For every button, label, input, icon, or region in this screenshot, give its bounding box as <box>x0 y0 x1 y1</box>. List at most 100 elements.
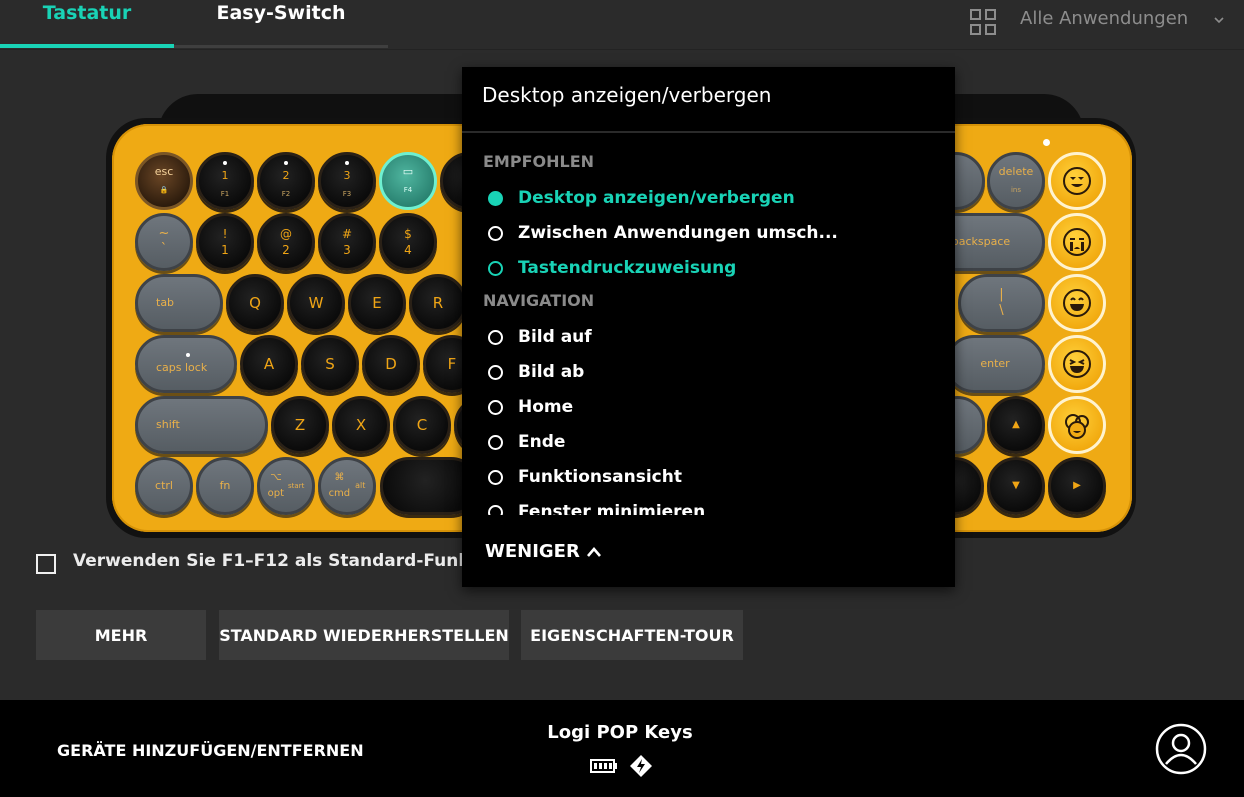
key-label: 1 <box>221 243 229 257</box>
key-caps-lock[interactable]: caps lock <box>135 335 237 393</box>
key-enter[interactable]: enter <box>945 335 1045 393</box>
key-emoji-laugh[interactable] <box>1048 335 1106 393</box>
active-tab-indicator <box>0 44 174 48</box>
opt-label-group: ⌥ opt <box>268 470 284 502</box>
option-end[interactable]: Ende <box>488 429 565 455</box>
key-delete[interactable]: delete ins <box>987 152 1045 210</box>
option-task-view[interactable]: Funktionsansicht <box>488 464 682 490</box>
key-label: # <box>341 227 353 241</box>
option-minimize-window[interactable]: Fenster minimieren <box>488 499 705 515</box>
logi-bolt-icon <box>630 755 652 777</box>
key-x[interactable]: X <box>332 396 390 454</box>
key-2[interactable]: @ 2 <box>257 213 315 271</box>
option-label: Fenster minimieren <box>518 502 706 515</box>
radio-icon <box>488 260 503 276</box>
radio-icon <box>488 329 503 345</box>
feature-tour-button[interactable]: EIGENSCHAFTEN-TOUR <box>521 610 743 660</box>
option-switch-apps[interactable]: Zwischen Anwendungen umsch... <box>488 220 838 246</box>
heart-eyes-emoji-icon <box>1063 167 1091 195</box>
show-less-button[interactable]: WENIGER <box>485 541 602 562</box>
key-label: cmd <box>328 488 351 499</box>
key-emoji-crying[interactable] <box>1048 213 1106 271</box>
option-label: Desktop anzeigen/verbergen <box>518 188 795 208</box>
key-a[interactable]: A <box>240 335 298 393</box>
command-icon: ⌘ <box>334 472 345 483</box>
emoji-picker-icon <box>1065 414 1089 439</box>
key-label: shift <box>156 418 180 431</box>
key-fn[interactable]: fn <box>196 457 254 515</box>
tab-tastatur[interactable]: Tastatur <box>0 0 174 48</box>
key-label: E <box>372 294 382 312</box>
option-home[interactable]: Home <box>488 394 573 420</box>
key-f1[interactable]: 1 F1 <box>196 152 254 210</box>
key-opt[interactable]: ⌥ opt start <box>257 457 315 515</box>
key-label: $ <box>404 227 412 241</box>
laughing-emoji-icon <box>1063 350 1091 378</box>
option-page-up[interactable]: Bild auf <box>488 324 592 350</box>
arrow-down-icon: ▼ <box>1012 480 1020 491</box>
chevron-down-icon[interactable] <box>1212 13 1226 27</box>
section-navigation: NAVIGATION <box>483 291 595 310</box>
action-list[interactable]: EMPFOHLEN Desktop anzeigen/verbergen Zwi… <box>462 143 955 515</box>
key-tilde[interactable]: ~ ` <box>135 213 193 271</box>
device-name: Logi POP Keys <box>547 722 693 743</box>
key-arrow-right[interactable]: ▶ <box>1048 457 1106 515</box>
key-tab[interactable]: tab <box>135 274 223 332</box>
key-3[interactable]: # 3 <box>318 213 376 271</box>
key-f3[interactable]: 3 F3 <box>318 152 376 210</box>
key-label: Q <box>249 294 261 312</box>
key-sublabel: F2 <box>281 189 291 198</box>
key-shift[interactable]: shift <box>135 396 268 454</box>
key-arrow-down[interactable]: ▼ <box>987 457 1045 515</box>
key-d[interactable]: D <box>362 335 420 393</box>
app-selector[interactable]: Alle Anwendungen <box>1020 8 1188 29</box>
f-keys-checkbox[interactable] <box>36 554 56 574</box>
key-ctrl[interactable]: ctrl <box>135 457 193 515</box>
key-1[interactable]: ! 1 <box>196 213 254 271</box>
key-s[interactable]: S <box>301 335 359 393</box>
user-profile-icon[interactable] <box>1155 723 1207 775</box>
key-dot <box>223 160 227 165</box>
key-label: ~ <box>158 226 170 241</box>
key-sublabel: F4 <box>403 186 413 194</box>
grid-icon[interactable] <box>970 9 996 35</box>
key-label: W <box>308 294 324 312</box>
tab-easy-switch[interactable]: Easy-Switch <box>174 0 388 48</box>
key-arrow-up[interactable]: ▲ <box>987 396 1045 454</box>
option-label: Funktionsansicht <box>518 467 682 487</box>
key-cmd[interactable]: ⌘ cmd alt <box>318 457 376 515</box>
key-label: 2 <box>282 243 290 257</box>
option-show-hide-desktop[interactable]: Desktop anzeigen/verbergen <box>488 185 795 211</box>
key-e[interactable]: E <box>348 274 406 332</box>
key-w[interactable]: W <box>287 274 345 332</box>
key-label: C <box>416 416 428 434</box>
key-r[interactable]: R <box>409 274 467 332</box>
option-label: Tastendruckzuweisung <box>518 258 737 278</box>
key-emoji-grin[interactable] <box>1048 274 1106 332</box>
key-f4-selected[interactable]: ▭ F4 <box>379 152 437 210</box>
option-page-down[interactable]: Bild ab <box>488 359 584 385</box>
add-remove-devices-button[interactable]: GERÄTE HINZUFÜGEN/ENTFERNEN <box>57 741 364 760</box>
key-f2[interactable]: 2 F2 <box>257 152 315 210</box>
key-label: delete <box>998 165 1034 178</box>
key-c[interactable]: C <box>393 396 451 454</box>
popup-title: Desktop anzeigen/verbergen <box>482 83 772 107</box>
key-label: backspace <box>951 235 1011 248</box>
key-emoji-heart-eyes[interactable] <box>1048 152 1106 210</box>
key-dot <box>345 160 349 165</box>
key-label: tab <box>156 296 175 309</box>
key-label: ctrl <box>155 479 173 492</box>
option-keystroke-assignment[interactable]: Tastendruckzuweisung <box>488 255 736 281</box>
radio-icon <box>488 364 503 380</box>
restore-defaults-button[interactable]: STANDARD WIEDERHERSTELLEN <box>219 610 509 660</box>
key-z[interactable]: Z <box>271 396 329 454</box>
key-label: F <box>447 355 457 373</box>
key-q[interactable]: Q <box>226 274 284 332</box>
chevron-up-icon <box>586 546 601 557</box>
key-label: fn <box>219 479 231 492</box>
more-button[interactable]: MEHR <box>36 610 206 660</box>
key-emoji-party[interactable] <box>1048 396 1106 454</box>
key-backslash[interactable]: | \ <box>958 274 1045 332</box>
key-esc[interactable]: esc 🔒 <box>135 152 193 210</box>
key-4[interactable]: $ 4 <box>379 213 437 271</box>
